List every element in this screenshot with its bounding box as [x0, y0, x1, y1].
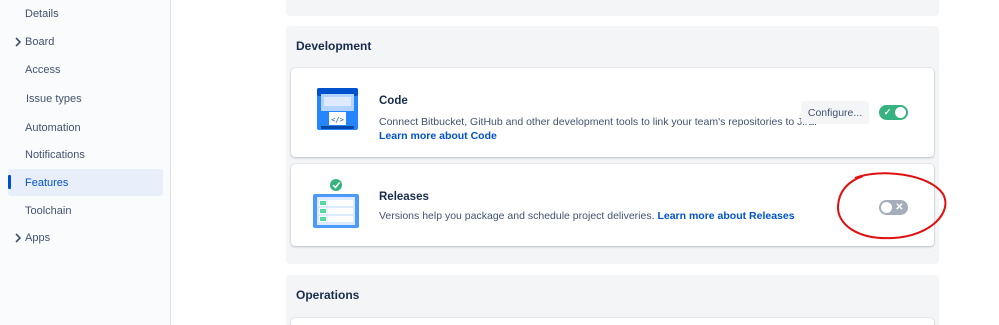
- sidebar-item-automation[interactable]: Automation: [8, 115, 163, 141]
- active-indicator: [8, 175, 11, 189]
- code-feature-toggle[interactable]: ✓: [879, 105, 908, 120]
- code-feature-card: </> Code Connect Bitbucket, GitHub and o…: [291, 68, 934, 157]
- sidebar-item-label: Features: [25, 176, 69, 189]
- sidebar-item-access[interactable]: Access: [8, 57, 163, 83]
- project-settings-sidebar: Details Board Access Issue types Automat…: [0, 0, 171, 325]
- sidebar-item-details[interactable]: Details: [8, 1, 163, 27]
- sidebar-item-apps[interactable]: Apps: [8, 225, 163, 251]
- svg-text:</>: </>: [331, 116, 344, 124]
- code-learn-more-line: Learn more about Code: [379, 129, 497, 144]
- code-card-description: Connect Bitbucket, GitHub and other deve…: [379, 116, 817, 128]
- operations-feature-card: [291, 318, 934, 325]
- chevron-right-icon: [15, 37, 22, 47]
- sidebar-item-label: Toolchain: [25, 205, 72, 217]
- learn-more-code-link[interactable]: Learn more about Code: [379, 130, 497, 142]
- toggle-knob: [895, 107, 906, 118]
- releases-icon: [313, 179, 359, 228]
- development-section-title: Development: [296, 39, 372, 53]
- operations-section-title: Operations: [296, 288, 360, 302]
- code-repository-icon: </>: [317, 88, 358, 130]
- sidebar-item-features[interactable]: Features: [8, 169, 163, 196]
- close-icon: ✕: [895, 202, 904, 213]
- sidebar-item-label: Notifications: [25, 149, 85, 161]
- operations-section: Operations: [286, 275, 939, 325]
- sidebar-item-label: Issue types: [26, 93, 82, 105]
- configure-code-button[interactable]: Configure...: [801, 101, 869, 124]
- releases-feature-toggle[interactable]: ✕: [879, 200, 908, 215]
- features-main-content: Development </> Code Connect Bitbucket, …: [172, 0, 999, 325]
- previous-section-panel: [286, 0, 939, 16]
- sidebar-item-label: Board: [25, 36, 55, 48]
- sidebar-item-issue-types[interactable]: Issue types: [8, 86, 163, 112]
- releases-card-description-line: Versions help you package and schedule p…: [379, 209, 795, 224]
- sidebar-item-label: Apps: [25, 232, 51, 244]
- checkmark-icon: ✓: [883, 107, 892, 117]
- sidebar-item-notifications[interactable]: Notifications: [8, 142, 163, 168]
- code-card-title: Code: [379, 95, 408, 107]
- sidebar-item-label: Details: [25, 8, 59, 20]
- learn-more-releases-link[interactable]: Learn more about Releases: [657, 210, 794, 222]
- releases-feature-card: Releases Versions help you package and s…: [291, 164, 934, 246]
- sidebar-item-label: Access: [25, 64, 61, 76]
- sidebar-item-toolchain[interactable]: Toolchain: [8, 198, 163, 224]
- releases-card-title: Releases: [379, 191, 429, 203]
- releases-card-description: Versions help you package and schedule p…: [379, 210, 655, 222]
- chevron-right-icon: [15, 233, 22, 243]
- development-section: Development </> Code Connect Bitbucket, …: [286, 26, 939, 264]
- toggle-knob: [881, 202, 892, 213]
- sidebar-item-label: Automation: [25, 122, 81, 134]
- sidebar-item-board[interactable]: Board: [8, 29, 163, 55]
